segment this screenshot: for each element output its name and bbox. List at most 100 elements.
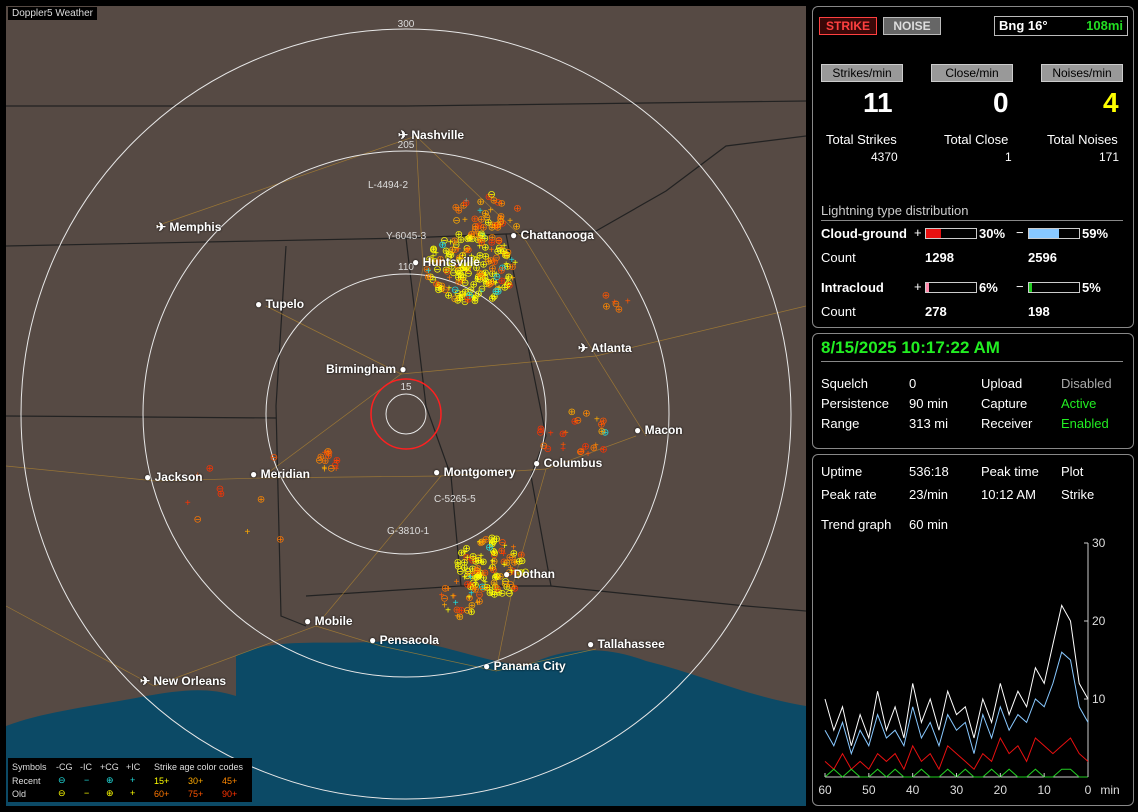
age-90: 90+ — [222, 789, 238, 799]
strike-marker: ⊕ — [615, 304, 623, 315]
strike-marker: + — [512, 258, 518, 269]
plot-label: Plot — [1061, 464, 1084, 479]
city-atlanta[interactable]: ✈ Atlanta — [578, 341, 632, 355]
strike-marker: ⊕ — [590, 443, 598, 454]
strike-marker: ⊕ — [478, 238, 486, 249]
range-ring-110 — [265, 273, 547, 555]
ic-positive-fill — [926, 283, 929, 292]
strike-marker: ⊕ — [432, 279, 440, 290]
range-label: Range — [821, 416, 860, 431]
strike-marker: + — [560, 444, 566, 455]
strike-marker: ⊕ — [599, 445, 607, 456]
city-tupelo[interactable]: ● Tupelo — [255, 297, 304, 311]
city-name: Tupelo — [265, 297, 305, 311]
strike-marker: + — [185, 498, 191, 509]
noises-per-min-button[interactable]: Noises/min — [1041, 64, 1123, 82]
pos-cg-icon: ⊕ — [106, 788, 114, 798]
city-huntsville[interactable]: ● Huntsville — [412, 255, 480, 269]
city-panama-city[interactable]: ● Panama City — [483, 659, 566, 673]
plot-value[interactable]: Strike — [1061, 487, 1094, 502]
city-name: Jackson — [154, 470, 203, 484]
cg-positive-count: 1298 — [925, 250, 954, 265]
strike-marker: ⊖ — [574, 415, 582, 426]
strike-marker: ⊕ — [217, 489, 225, 500]
strike-stats-panel: STRIKE NOISE Bng 16° 108mi Strikes/min C… — [812, 6, 1134, 328]
strikes-per-min-button[interactable]: Strikes/min — [821, 64, 903, 82]
neg-ic-icon: − — [84, 788, 90, 798]
cg-negative-pct: 59% — [1082, 226, 1109, 241]
peak-time-label: Peak time — [981, 464, 1039, 479]
persistence-value: 90 min — [909, 396, 949, 411]
range-ring-15 — [385, 393, 427, 435]
strike-marker: ⊕ — [493, 584, 501, 595]
noise-button[interactable]: NOISE — [883, 17, 941, 35]
x-tick-label: 50 — [862, 783, 876, 797]
strike-marker: ⊕ — [477, 197, 485, 208]
strike-marker: ⊖ — [497, 217, 505, 228]
x-tick-label: 20 — [994, 783, 1008, 797]
x-tick-label: 60 — [818, 783, 832, 797]
city-pensacola[interactable]: ● Pensacola — [369, 633, 439, 647]
ring-label-15: 15 — [400, 382, 412, 393]
city-nashville[interactable]: ✈ Nashville — [398, 128, 464, 142]
city-memphis[interactable]: ✈ Memphis — [156, 220, 221, 234]
strike-marker: ⊕ — [438, 240, 446, 251]
strike-marker: ⊕ — [481, 568, 489, 579]
close-per-min-button[interactable]: Close/min — [931, 64, 1013, 82]
strike-marker: ⊖ — [487, 189, 495, 200]
trend-graph-value[interactable]: 60 min — [909, 517, 948, 532]
city-columbus[interactable]: ● Columbus — [533, 456, 602, 470]
persistence-label: Persistence — [821, 396, 889, 411]
city-meridian[interactable]: ● Meridian — [250, 467, 310, 481]
strike-marker: ⊕ — [559, 429, 567, 440]
strike-marker: + — [450, 591, 456, 602]
squelch-value: 0 — [909, 376, 917, 391]
strike-marker: ⊖ — [518, 556, 526, 567]
neg-ic-icon: − — [84, 775, 90, 785]
series-line-2 — [824, 736, 1089, 771]
cg-negative-count: 2596 — [1028, 250, 1057, 265]
y-tick-label: 20 — [1092, 614, 1106, 628]
cell-label: C-5265-5 — [434, 494, 476, 505]
map-canvas: 300 205 110 15 L-4494-2 Y-6045-3 C-5265-… — [6, 19, 806, 806]
neg-cg-icon: ⊖ — [58, 788, 66, 798]
strike-marker: ⊕ — [501, 282, 509, 293]
map-title: Doppler5 Weather — [8, 7, 97, 20]
status-panel: 8/15/2025 10:17:22 AM Squelch 0 Upload D… — [812, 333, 1134, 449]
strike-marker: ⊖ — [461, 278, 469, 289]
pos-cg-icon: ⊕ — [106, 775, 114, 785]
city-birmingham[interactable]: Birmingham ● — [326, 362, 407, 376]
close-per-min-value: 0 — [993, 87, 1009, 118]
strike-marker: ⊖ — [451, 285, 459, 296]
city-macon[interactable]: ● Macon — [634, 423, 683, 437]
symbol-legend: Symbols -CG -IC +CG +IC Strike age color… — [8, 758, 252, 802]
strike-marker: ⊕ — [513, 203, 521, 214]
city-montgomery[interactable]: ● Montgomery — [433, 465, 516, 479]
total-close-label: Total Close — [944, 132, 1009, 147]
city-dothan[interactable]: ● Dothan — [503, 567, 555, 581]
city-jackson[interactable]: ● Jackson — [144, 470, 203, 484]
city-mobile[interactable]: ● Mobile — [304, 614, 353, 628]
y-tick-label: 10 — [1092, 692, 1106, 706]
cell-label: G-3810-1 — [387, 526, 430, 537]
strike-marker: ⊖ — [452, 216, 460, 227]
age-30: 30+ — [188, 776, 204, 786]
strike-marker: ⊕ — [497, 265, 505, 276]
strike-button[interactable]: STRIKE — [819, 17, 877, 35]
total-noises-value: 171 — [1099, 150, 1120, 164]
strike-marker: ⊖ — [441, 285, 449, 296]
strike-marker: ⊖ — [194, 514, 202, 525]
city-new-orleans[interactable]: ✈ New Orleans — [140, 674, 226, 688]
city-name: Columbus — [543, 456, 603, 470]
city-chattanooga[interactable]: ● Chattanooga — [510, 228, 594, 242]
legend-col: +CG — [100, 762, 119, 772]
city-tallahassee[interactable]: ● Tallahassee — [587, 637, 665, 651]
cg-minus-sign: − — [1016, 225, 1024, 240]
strike-marker: ⊕ — [602, 290, 610, 301]
strike-marker: + — [244, 527, 250, 538]
strike-marker: + — [442, 601, 448, 612]
peak-time-value: 10:12 AM — [981, 487, 1036, 502]
lightning-map[interactable]: 300 205 110 15 L-4494-2 Y-6045-3 C-5265-… — [6, 6, 806, 806]
strike-marker: ⊕ — [498, 199, 506, 210]
uptime-label: Uptime — [821, 464, 863, 479]
